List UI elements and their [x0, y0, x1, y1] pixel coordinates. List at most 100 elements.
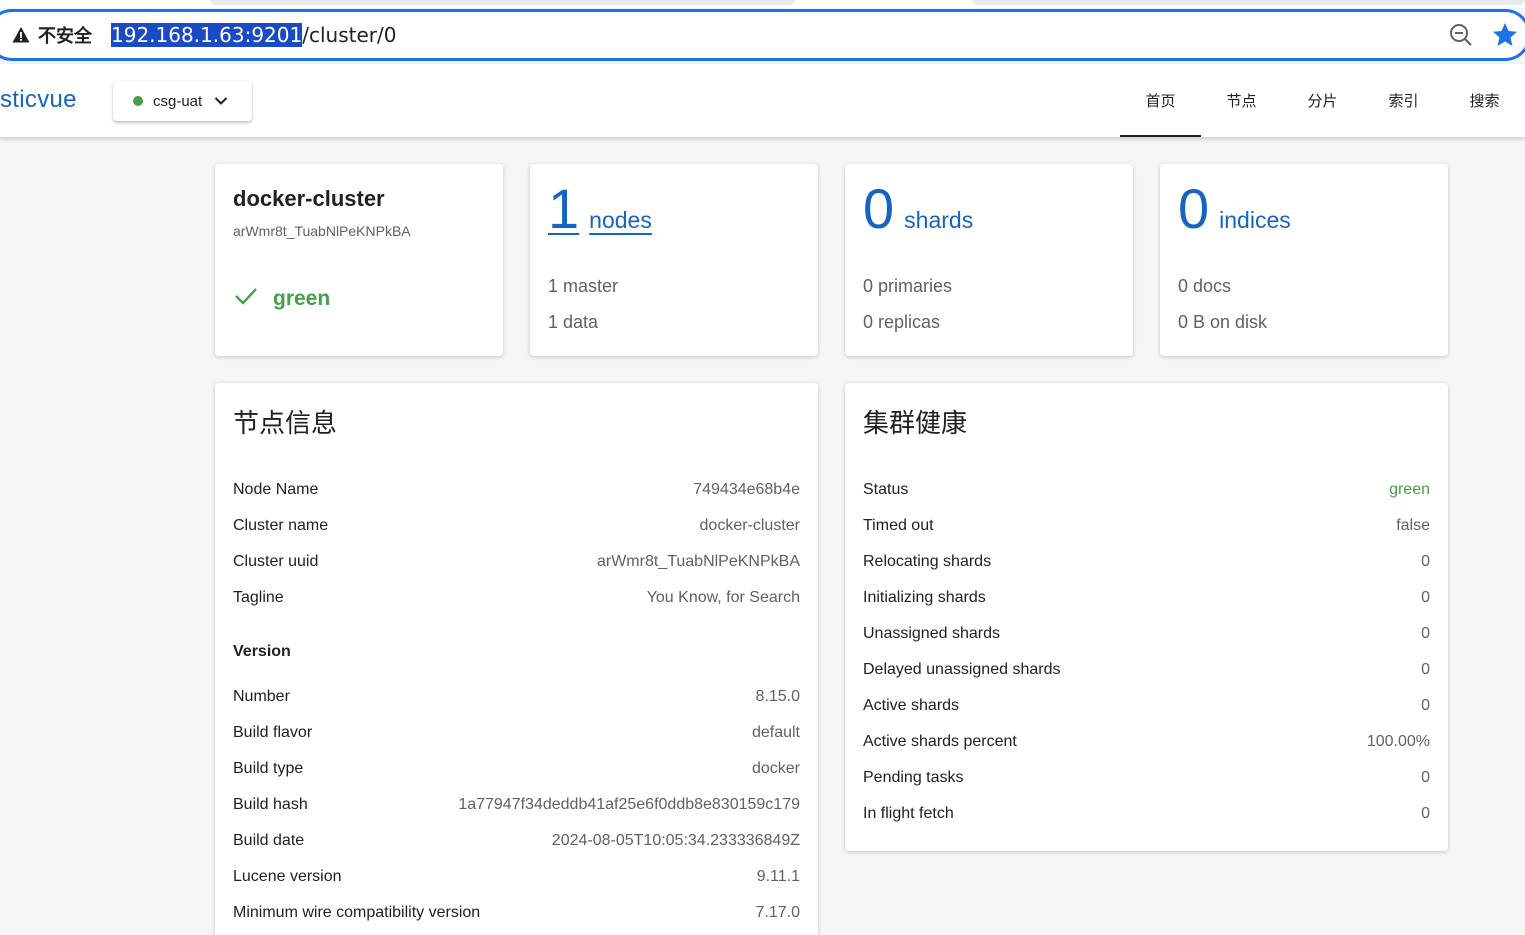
version-key: Build flavor	[233, 724, 313, 741]
nav-tab-indices[interactable]: 索引	[1363, 64, 1444, 137]
version-row: Build flavor default	[233, 724, 800, 744]
url-path[interactable]: /cluster/0	[302, 23, 396, 47]
master-count: 1 master	[548, 276, 619, 296]
version-row: Number 8.15.0	[233, 688, 800, 708]
health-value: 0	[1421, 625, 1430, 642]
cluster-health-panel: 集群健康 Status green Timed out false Relocati…	[845, 383, 1448, 851]
version-key: Minimum wire compatibility version	[233, 904, 481, 921]
browser-tab[interactable]	[210, 0, 795, 5]
version-key: Number	[233, 688, 290, 705]
health-key: Initializing shards	[863, 589, 986, 606]
cluster-health-text: green	[273, 286, 331, 310]
indices-summary-card: 0 indices 0 docs 0 B on disk	[1160, 164, 1448, 356]
shards-label: shards	[904, 207, 974, 233]
health-value: false	[1396, 517, 1430, 534]
health-row: Delayed unassigned shards 0	[863, 661, 1430, 681]
node-info-row: Cluster name docker-cluster	[233, 517, 800, 537]
node-info-key: Cluster name	[233, 517, 329, 534]
health-value: 0	[1421, 553, 1430, 570]
shards-headline: 0 shards	[863, 178, 973, 240]
health-value: 0	[1421, 805, 1430, 822]
node-info-value: 749434e68b4e	[693, 481, 800, 498]
health-value: 0	[1421, 661, 1430, 678]
primaries-count: 0 primaries	[863, 276, 953, 296]
version-key: Build date	[233, 832, 305, 849]
docs-count: 0 docs	[1178, 276, 1232, 296]
health-value: green	[1389, 481, 1430, 498]
cluster-health-status: green	[233, 286, 330, 311]
version-row: Build type docker	[233, 760, 800, 780]
health-row: Active shards percent 100.00%	[863, 733, 1430, 753]
node-info-key: Node Name	[233, 481, 319, 498]
bookmark-star-icon[interactable]	[1490, 20, 1520, 50]
health-key: Unassigned shards	[863, 625, 1000, 642]
security-indicator[interactable]: 不安全	[12, 22, 92, 48]
version-heading: Version	[233, 643, 291, 660]
version-key: Build hash	[233, 796, 308, 813]
url-text[interactable]: 192.168.1.63:9201/cluster/0	[111, 21, 396, 49]
health-key: Relocating shards	[863, 553, 992, 570]
version-value: docker	[751, 760, 800, 777]
nav-tab-nodes[interactable]: 节点	[1201, 64, 1282, 137]
shards-count: 0	[863, 177, 895, 240]
node-info-value: docker-cluster	[699, 517, 800, 534]
data-count: 1 data	[548, 312, 599, 332]
security-label: 不安全	[38, 26, 92, 47]
node-info-key: Tagline	[233, 589, 284, 606]
cluster-name: docker-cluster	[233, 186, 385, 211]
health-row: Initializing shards 0	[863, 589, 1430, 609]
node-info-row: Node Name 749434e68b4e	[233, 481, 800, 501]
app-logo[interactable]: sticvue	[0, 86, 77, 114]
health-row: Status green	[863, 481, 1430, 501]
node-info-row: Tagline You Know, for Search	[233, 589, 800, 609]
nodes-label[interactable]: nodes	[589, 207, 652, 234]
url-host[interactable]: 192.168.1.63:9201	[111, 23, 303, 47]
health-key: Status	[863, 481, 909, 498]
nav-tab-shards[interactable]: 分片	[1282, 64, 1363, 137]
check-icon	[233, 286, 259, 311]
indices-label: indices	[1219, 207, 1291, 233]
node-info-key: Cluster uuid	[233, 553, 319, 570]
node-info-title: 节点信息	[233, 409, 338, 439]
health-key: Timed out	[863, 517, 934, 534]
node-info-row: Cluster uuid arWmr8t_TuabNlPeKNPkBA	[233, 553, 800, 573]
cluster-health-title: 集群健康	[863, 409, 968, 439]
browser-tab[interactable]	[972, 0, 1525, 5]
health-key: Active shards percent	[863, 733, 1017, 750]
health-row: Timed out false	[863, 517, 1430, 537]
warning-triangle-icon	[12, 26, 30, 44]
cluster-selector-label: csg-uat	[153, 92, 203, 110]
health-value: 0	[1421, 697, 1430, 714]
version-value: 7.17.0	[755, 904, 800, 921]
disk-usage: 0 B on disk	[1178, 312, 1268, 332]
health-row: Pending tasks 0	[863, 769, 1430, 789]
version-row: Build date 2024-08-05T10:05:34.233336849Z	[233, 832, 800, 852]
nav-tab-search[interactable]: 搜索	[1444, 64, 1525, 137]
health-value: 100.00%	[1366, 733, 1430, 750]
health-key: Active shards	[863, 697, 960, 714]
cluster-uuid: arWmr8t_TuabNlPeKNPkBA	[233, 223, 411, 239]
browser-tab-strip	[0, 0, 1525, 8]
node-info-value: You Know, for Search	[646, 589, 800, 606]
version-row: Build hash 1a77947f34deddb41af25e6f0ddb8e…	[233, 796, 800, 816]
version-row: Minimum wire compatibility version 7.17.0	[233, 904, 800, 924]
version-value: default	[751, 724, 800, 741]
nav-tab-home[interactable]: 首页	[1120, 64, 1201, 137]
version-key: Lucene version	[233, 868, 342, 885]
version-value: 1a77947f34deddb41af25e6f0ddb8e830159c179	[458, 796, 800, 813]
cluster-status-dot	[133, 96, 143, 106]
nodes-count[interactable]: 1	[548, 178, 579, 240]
cluster-selector[interactable]: csg-uat	[113, 81, 252, 121]
health-row: Active shards 0	[863, 697, 1430, 717]
chevron-down-icon	[214, 93, 228, 110]
nodes-link[interactable]: 1 nodes	[548, 178, 652, 240]
health-value: 0	[1421, 589, 1430, 606]
version-key: Build type	[233, 760, 304, 777]
version-value: 9.11.1	[756, 868, 800, 885]
indices-headline: 0 indices	[1178, 178, 1291, 240]
health-row: Relocating shards 0	[863, 553, 1430, 573]
indices-count: 0	[1178, 177, 1210, 240]
zoom-out-icon[interactable]	[1448, 22, 1474, 48]
version-value: 2024-08-05T10:05:34.233336849Z	[551, 832, 800, 849]
health-row: In flight fetch 0	[863, 805, 1430, 825]
